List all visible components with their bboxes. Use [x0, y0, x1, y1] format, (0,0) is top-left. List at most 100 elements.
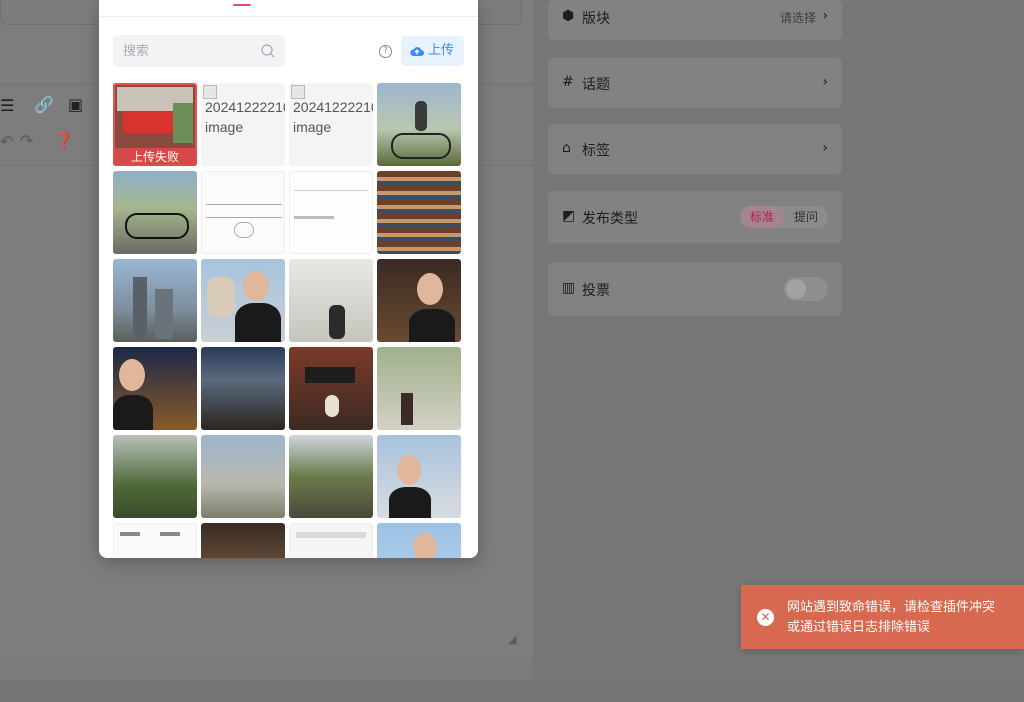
search-input[interactable]: [123, 41, 253, 61]
search-box: [113, 35, 285, 67]
resize-handle-icon[interactable]: ◢: [508, 632, 516, 648]
media-tile[interactable]: [289, 171, 373, 254]
error-icon: ✕: [757, 609, 774, 626]
active-tab-indicator: [233, 4, 251, 6]
toast-message-line2: 或通过错误日志排除错误: [787, 620, 931, 635]
broken-image-alt: image: [205, 119, 244, 135]
cube-icon: ⬢: [562, 8, 575, 24]
upload-button[interactable]: 上传: [401, 36, 464, 66]
board-label: 版块: [582, 11, 610, 27]
photo-content: [397, 455, 421, 485]
toast-message-line1: 网站遇到致命错误，请检查插件冲突: [787, 600, 996, 615]
media-tile[interactable]: [201, 523, 285, 558]
photo-content: [125, 213, 189, 239]
photo-content: [325, 395, 339, 417]
broken-image-name: 20241222210: [205, 99, 285, 115]
cloud-upload-icon: [410, 47, 424, 57]
help-circle-icon[interactable]: ?: [379, 45, 392, 58]
media-tile[interactable]: [289, 347, 373, 430]
publish-type-standard[interactable]: 标准: [740, 206, 784, 228]
media-tile[interactable]: [289, 435, 373, 518]
photo-content: [391, 133, 451, 159]
image-icon[interactable]: ▣: [68, 97, 83, 113]
redo-icon[interactable]: ↷: [20, 133, 33, 149]
tag-icon: ⌂: [562, 140, 571, 156]
media-tile[interactable]: [113, 347, 197, 430]
photo-content: [401, 393, 413, 425]
media-tile[interactable]: [377, 523, 461, 558]
help-icon[interactable]: ❓: [54, 133, 74, 149]
media-tile[interactable]: [201, 347, 285, 430]
photo-content: [415, 101, 427, 131]
photo-content: [417, 273, 443, 305]
media-picker-dialog: ? 上传 上传失败 20241222210 image 20241222210 …: [99, 0, 478, 558]
photo-content: [207, 277, 235, 317]
photo-content: [305, 367, 355, 383]
undo-icon[interactable]: ↶: [0, 134, 13, 150]
media-tile[interactable]: [113, 171, 197, 254]
chevron-right-icon: ›: [822, 74, 828, 90]
photo-content: [206, 204, 282, 218]
upload-failed-label: 上传失败: [113, 148, 197, 166]
chevron-right-icon: ›: [822, 8, 828, 24]
broken-image-name: 20241222210: [293, 99, 373, 115]
link-icon[interactable]: 🔗: [34, 97, 54, 113]
photo-content: [234, 222, 254, 238]
media-tile[interactable]: [377, 171, 461, 254]
photo-content: [389, 487, 431, 518]
photo-content: [133, 277, 147, 337]
hash-icon: #: [562, 74, 574, 90]
publish-type-label: 发布类型: [582, 211, 638, 227]
media-tile[interactable]: [289, 259, 373, 342]
media-tile[interactable]: [201, 259, 285, 342]
photo-content: [119, 359, 145, 391]
publish-type-segmented: 标准 提问: [740, 206, 828, 228]
photo-content: [294, 190, 368, 191]
chevron-right-icon: ›: [822, 140, 828, 156]
photo-content: [413, 533, 437, 558]
media-tile[interactable]: 20241222210 image: [289, 83, 373, 166]
photo-content: [329, 305, 345, 339]
upload-label: 上传: [428, 43, 455, 58]
photo-content: [120, 532, 140, 536]
media-tile[interactable]: 20241222210 image: [201, 83, 285, 166]
divider: [99, 16, 478, 17]
media-tile[interactable]: [377, 347, 461, 430]
publish-type-question[interactable]: 提问: [784, 206, 828, 228]
footer-strip: [0, 680, 1024, 702]
board-select[interactable]: ⬢ 版块 请选择 ›: [548, 0, 842, 40]
photo-content: [296, 532, 366, 538]
media-tile[interactable]: [377, 259, 461, 342]
error-toast: ✕ 网站遇到致命错误，请检查插件冲突 或通过错误日志排除错误: [741, 585, 1024, 649]
media-tile[interactable]: [201, 435, 285, 518]
broken-image-alt: image: [293, 119, 332, 135]
board-hint: 请选择: [779, 11, 816, 25]
media-tile[interactable]: [377, 83, 461, 166]
media-tile[interactable]: 上传失败: [113, 83, 197, 166]
media-tile[interactable]: [289, 523, 373, 558]
media-tile[interactable]: [201, 171, 285, 254]
tags-select[interactable]: ⌂ 标签 ›: [548, 124, 842, 174]
media-tile[interactable]: [113, 259, 197, 342]
photo-content: [235, 303, 281, 342]
align-right-icon[interactable]: ☰: [0, 98, 14, 114]
media-tile[interactable]: [377, 435, 461, 518]
bar-chart-icon: ▥: [562, 280, 576, 296]
photo-content: [160, 532, 180, 536]
photo-content: [243, 271, 269, 301]
photo-content: [409, 309, 455, 342]
photo-content: [155, 289, 173, 339]
photo-content: [173, 103, 193, 143]
search-icon[interactable]: [260, 43, 276, 59]
photo-content: [113, 395, 153, 430]
toggle-knob: [786, 279, 806, 299]
photo-content: [294, 216, 334, 219]
vote-label: 投票: [582, 283, 610, 299]
topic-label: 话题: [582, 77, 610, 93]
media-grid: 上传失败 20241222210 image 20241222210 image: [113, 83, 465, 558]
tags-label: 标签: [582, 143, 610, 159]
vote-toggle[interactable]: [784, 277, 828, 301]
media-tile[interactable]: [113, 435, 197, 518]
media-tile[interactable]: [113, 523, 197, 558]
topic-select[interactable]: # 话题 ›: [548, 58, 842, 108]
